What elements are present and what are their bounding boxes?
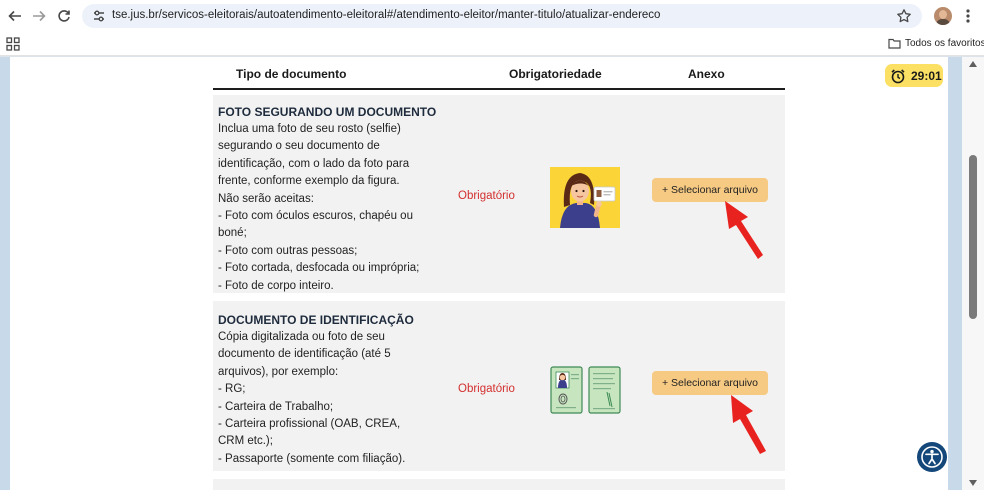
header-document-type: Tipo de documento: [236, 67, 347, 81]
table-row: FOTO SEGURANDO UM DOCUMENTO Inclua uma f…: [213, 95, 785, 293]
document-line: Não serão aceitas:: [218, 192, 314, 205]
scroll-down-icon[interactable]: [969, 480, 977, 486]
document-line: identificação, com o lado da foto para: [218, 157, 410, 170]
document-line: frente, conforme exemplo da figura.: [218, 175, 400, 188]
reload-button[interactable]: [53, 5, 75, 27]
requirement-status: Obrigatório: [458, 383, 515, 395]
alarm-clock-icon: [891, 68, 905, 83]
browser-toolbar: tse.jus.br/servicos-eleitorais/autoatend…: [0, 0, 984, 32]
select-file-button[interactable]: + Selecionar arquivo: [652, 371, 768, 395]
back-arrow-icon: [8, 10, 21, 22]
document-line: - Foto de corpo inteiro.: [218, 279, 334, 292]
document-description: DOCUMENTO DE IDENTIFICAÇÃO Cópia digital…: [218, 312, 448, 468]
timer-value: 29:01: [911, 68, 942, 83]
folder-icon: [888, 38, 901, 49]
page-side-band: [948, 57, 962, 490]
document-line: - Passaporte (somente com filiação).: [218, 452, 406, 465]
forward-arrow-icon: [33, 10, 46, 22]
id-document-example-image: [550, 366, 621, 414]
scroll-up-icon[interactable]: [969, 61, 977, 67]
document-description: FOTO SEGURANDO UM DOCUMENTO Inclua uma f…: [218, 104, 448, 295]
header-attachment: Anexo: [688, 67, 725, 81]
document-line: - Foto com outras pessoas;: [218, 244, 358, 257]
document-line: Inclua uma foto de seu rosto (selfie): [218, 123, 401, 135]
requirement-status: Obrigatório: [458, 190, 515, 202]
document-line: segurando o seu documento de: [218, 140, 380, 153]
address-bar[interactable]: tse.jus.br/servicos-eleitorais/autoatend…: [82, 4, 922, 28]
table-row: [213, 479, 785, 490]
url-text: tse.jus.br/servicos-eleitorais/autoatend…: [112, 9, 661, 21]
reload-icon: [58, 10, 70, 22]
document-line: - Foto com óculos escuros, chapéu ou: [218, 210, 413, 223]
site-info-icon[interactable]: [92, 9, 106, 23]
table-header: Tipo de documento Obrigatoriedade Anexo: [213, 57, 785, 90]
forward-button[interactable]: [28, 5, 50, 27]
document-line: documento de identificação (até 5: [218, 348, 391, 361]
session-timer: 29:01: [885, 64, 943, 87]
document-title: DOCUMENTO DE IDENTIFICAÇÃO: [218, 313, 414, 327]
document-line: arquivos), por exemplo:: [218, 365, 339, 378]
all-bookmarks-folder[interactable]: Todos os favoritos: [888, 38, 984, 49]
bookmarks-bar: Todos os favoritos: [0, 32, 984, 56]
document-line: Cópia digitalizada ou foto de seu: [218, 331, 385, 343]
table-row: DOCUMENTO DE IDENTIFICAÇÃO Cópia digital…: [213, 301, 785, 471]
pointer-arrow-annotation: [725, 201, 763, 259]
pointer-arrow-annotation: [731, 395, 766, 454]
page-viewport: Tipo de documento Obrigatoriedade Anexo …: [0, 57, 984, 490]
accessibility-button[interactable]: [917, 442, 947, 472]
accessibility-icon: [921, 446, 943, 468]
document-title: FOTO SEGURANDO UM DOCUMENTO: [218, 105, 437, 119]
page-scrollbar[interactable]: [962, 57, 984, 490]
profile-avatar[interactable]: [934, 7, 952, 25]
bookmarks-folder-label: Todos os favoritos: [905, 38, 984, 49]
bookmark-star-icon[interactable]: [896, 8, 912, 24]
document-line: CRM etc.);: [218, 435, 273, 448]
selfie-example-image: [550, 167, 620, 228]
back-button[interactable]: [4, 5, 26, 27]
apps-grid-icon[interactable]: [6, 37, 20, 51]
page-side-band: [0, 57, 10, 490]
document-line: - Carteira profissional (OAB, CREA,: [218, 418, 401, 431]
document-line: boné;: [218, 227, 247, 240]
browser-menu-icon[interactable]: [960, 6, 976, 26]
document-line: - Carteira de Trabalho;: [218, 400, 334, 413]
header-requirement: Obrigatoriedade: [509, 67, 602, 81]
document-line: - Foto cortada, desfocada ou imprópria;: [218, 262, 420, 275]
document-line: - RG;: [218, 383, 246, 396]
scrollbar-thumb[interactable]: [969, 155, 977, 319]
